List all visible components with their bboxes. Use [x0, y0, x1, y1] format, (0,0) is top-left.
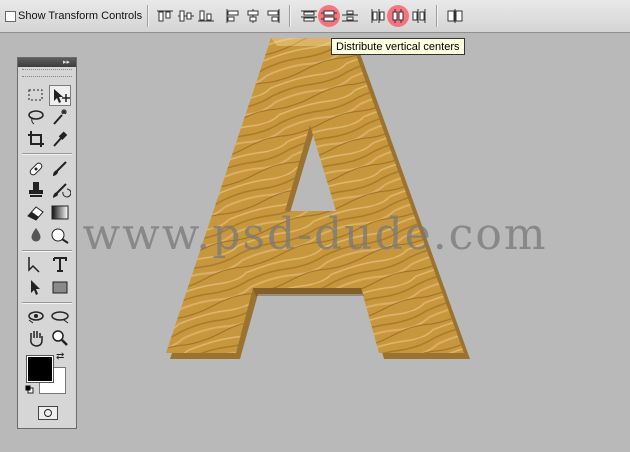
lasso-icon: [28, 110, 44, 125]
show-transform-checkbox[interactable]: [5, 11, 16, 22]
distribute-right-edges-icon: [412, 9, 426, 23]
tools-separator: [22, 153, 72, 155]
pen-icon: [28, 257, 40, 273]
align-horizontal-centers-button[interactable]: [244, 8, 262, 24]
gradient-tool[interactable]: [49, 202, 71, 223]
lasso-tool[interactable]: [25, 107, 47, 128]
3d-rotate-icon: [28, 311, 44, 324]
pen-tool[interactable]: [25, 254, 47, 275]
align-top-edges-button[interactable]: [156, 8, 174, 24]
align-vertical-centers-icon: [178, 10, 194, 22]
auto-align-layers-icon: [447, 9, 463, 23]
healing-brush-tool[interactable]: [25, 158, 47, 179]
align-left-edges-icon: [226, 9, 239, 23]
path-selection-icon: [31, 280, 40, 295]
clone-stamp-tool[interactable]: [25, 180, 47, 201]
healing-brush-icon: [29, 162, 43, 176]
toolbar-separator: [147, 5, 149, 27]
brush-tool[interactable]: [49, 158, 71, 179]
distribute-bottom-edges-button[interactable]: [341, 8, 359, 24]
distribute-top-edges-icon: [301, 10, 317, 22]
move-tool-icon: [54, 89, 70, 103]
rectangle-shape-icon: [52, 281, 68, 294]
eyedropper-icon: [53, 131, 68, 147]
rectangular-marquee-icon: [28, 89, 43, 101]
tools-separator: [22, 250, 72, 252]
document-canvas[interactable]: www.psd-dude.com: [0, 33, 630, 452]
toolbar-separator: [436, 5, 438, 27]
align-horizontal-centers-icon: [247, 9, 259, 23]
crop-icon: [28, 131, 44, 147]
collapse-icon[interactable]: ▸▸: [63, 59, 73, 66]
marquee-tool[interactable]: [25, 85, 47, 106]
swap-colors-icon[interactable]: ⇄: [56, 351, 64, 362]
blur-tool[interactable]: [25, 225, 47, 246]
gradient-icon: [51, 205, 69, 220]
distribute-horizontal-centers-button[interactable]: [389, 8, 407, 24]
quick-mask-button[interactable]: [38, 406, 58, 420]
panel-grip[interactable]: [22, 69, 72, 77]
hand-icon: [30, 331, 43, 347]
distribute-left-edges-button[interactable]: [369, 8, 387, 24]
3d-rotate-tool[interactable]: [25, 306, 47, 327]
toolbar-separator: [289, 5, 291, 27]
move-tool[interactable]: [49, 85, 71, 106]
distribute-vertical-centers-icon: [321, 10, 337, 22]
distribute-right-edges-button[interactable]: [410, 8, 428, 24]
align-top-edges-icon: [157, 10, 173, 22]
align-bottom-edges-icon: [198, 10, 214, 22]
3d-orbit-icon: [51, 311, 69, 324]
clone-stamp-icon: [29, 182, 43, 197]
align-right-edges-icon: [267, 9, 280, 23]
magic-wand-tool[interactable]: [49, 107, 71, 128]
type-tool[interactable]: [49, 254, 71, 275]
distribute-left-edges-icon: [371, 9, 385, 23]
distribute-bottom-edges-icon: [342, 10, 358, 22]
auto-align-layers-button[interactable]: [446, 8, 464, 24]
align-right-edges-button[interactable]: [264, 8, 282, 24]
tools-panel: ▸▸ ⇄: [17, 57, 77, 429]
distribute-horizontal-centers-icon: [392, 9, 404, 23]
default-colors-icon[interactable]: [25, 385, 34, 394]
tools-separator: [22, 302, 72, 304]
distribute-vertical-centers-button[interactable]: [320, 8, 338, 24]
foreground-color-swatch[interactable]: [26, 355, 54, 383]
history-brush-icon: [53, 183, 71, 198]
type-icon: [53, 257, 67, 272]
align-vertical-centers-button[interactable]: [177, 8, 195, 24]
eraser-tool[interactable]: [25, 202, 47, 223]
dodge-tool[interactable]: [49, 225, 71, 246]
eyedropper-tool[interactable]: [49, 129, 71, 150]
show-transform-label: Show Transform Controls: [18, 10, 143, 22]
hand-tool[interactable]: [25, 328, 47, 349]
tools-panel-header[interactable]: ▸▸: [18, 58, 76, 67]
dodge-icon: [51, 228, 69, 244]
blur-icon: [31, 228, 41, 242]
eraser-icon: [27, 206, 44, 221]
zoom-tool[interactable]: [49, 328, 71, 349]
path-selection-tool[interactable]: [25, 277, 47, 298]
options-bar: Show Transform Controls: [0, 0, 630, 33]
zoom-icon: [52, 330, 68, 346]
tooltip: Distribute vertical centers: [331, 38, 465, 55]
rectangle-shape-tool[interactable]: [49, 277, 71, 298]
align-left-edges-button[interactable]: [224, 8, 242, 24]
history-brush-tool[interactable]: [49, 180, 71, 201]
brush-icon: [53, 161, 67, 176]
3d-orbit-tool[interactable]: [49, 306, 71, 327]
watermark-text: www.psd-dude.com: [82, 209, 548, 260]
align-bottom-edges-button[interactable]: [197, 8, 215, 24]
distribute-top-edges-button[interactable]: [300, 8, 318, 24]
magic-wand-icon: [53, 109, 67, 125]
crop-tool[interactable]: [25, 129, 47, 150]
